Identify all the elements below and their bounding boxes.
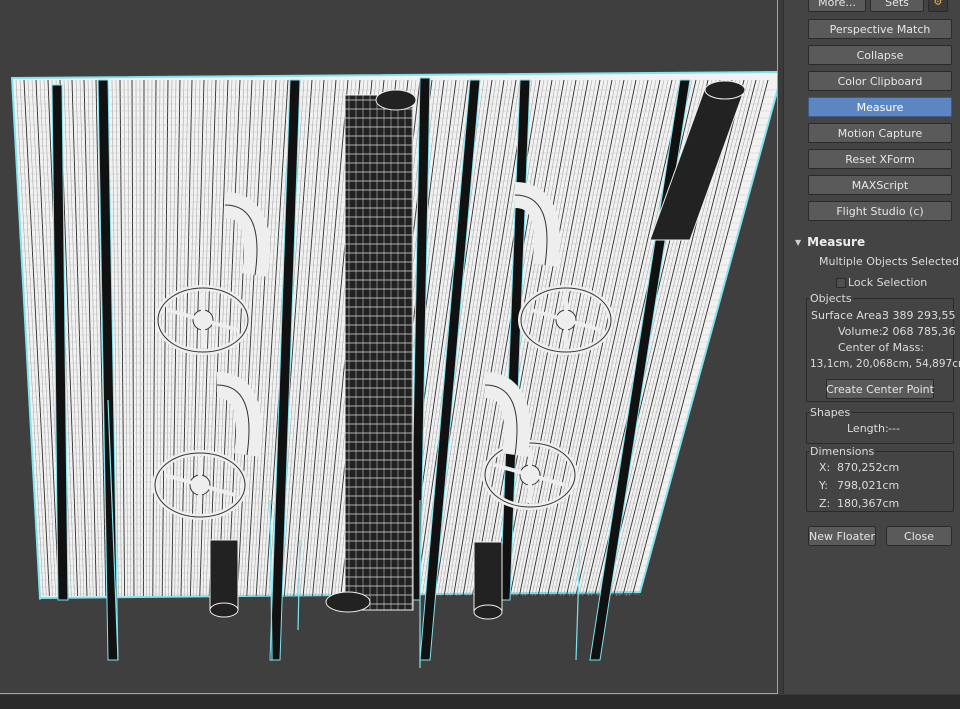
viewport[interactable]	[0, 0, 778, 694]
center-of-mass-label: Center of Mass:	[838, 341, 925, 354]
collapse-caret-icon: ▼	[795, 237, 802, 247]
create-center-point-button[interactable]: Create Center Point	[826, 379, 934, 399]
utility-button-perspective-match[interactable]: Perspective Match	[808, 19, 952, 39]
wireframe-model[interactable]	[0, 0, 778, 694]
center-of-mass-value: 13,1cm, 20,068cm, 54,897cn	[810, 358, 960, 370]
lock-selection-checkbox[interactable]	[836, 278, 846, 288]
objects-group-label: Objects	[809, 292, 853, 305]
utility-button-maxscript[interactable]: MAXScript	[808, 175, 952, 195]
length-value: ---	[888, 422, 900, 435]
length-label: Length:	[847, 422, 889, 435]
more-button[interactable]: More...	[808, 0, 866, 12]
measure-rollout-title: Measure	[807, 235, 866, 249]
dimensions-group-label: Dimensions	[809, 445, 876, 458]
shapes-group-label: Shapes	[809, 406, 852, 419]
dim-x-value: 870,252cm	[837, 461, 900, 474]
close-button[interactable]: Close	[886, 526, 952, 546]
configure-sets-icon: ⚙	[933, 0, 943, 8]
dim-y-label: Y:	[819, 479, 828, 492]
new-floater-button[interactable]: New Floater	[808, 526, 876, 546]
selection-status: Multiple Objects Selected	[819, 255, 959, 268]
utility-button-reset-xform[interactable]: Reset XForm	[808, 149, 952, 169]
status-strip	[0, 695, 960, 709]
volume-value: 2 068 785,36	[882, 325, 956, 338]
dim-y-value: 798,021cm	[837, 479, 900, 492]
lock-selection-label: Lock Selection	[848, 276, 928, 289]
configure-sets-button[interactable]: ⚙	[928, 0, 948, 12]
volume-label: Volume:	[838, 325, 883, 338]
utility-button-collapse[interactable]: Collapse	[808, 45, 952, 65]
utility-button-flight-studio-c[interactable]: Flight Studio (c)	[808, 201, 952, 221]
surface-area-value: 3 389 293,55	[882, 309, 956, 322]
surface-area-label: Surface Area:	[811, 309, 886, 322]
utility-button-color-clipboard[interactable]: Color Clipboard	[808, 71, 952, 91]
dim-z-label: Z:	[819, 497, 831, 510]
dim-x-label: X:	[819, 461, 831, 474]
measure-rollout-header[interactable]: ▼ Measure	[795, 234, 955, 250]
dim-z-value: 180,367cm	[837, 497, 900, 510]
sets-button[interactable]: Sets	[870, 0, 924, 12]
utility-button-measure[interactable]: Measure	[808, 97, 952, 117]
utility-button-motion-capture[interactable]: Motion Capture	[808, 123, 952, 143]
